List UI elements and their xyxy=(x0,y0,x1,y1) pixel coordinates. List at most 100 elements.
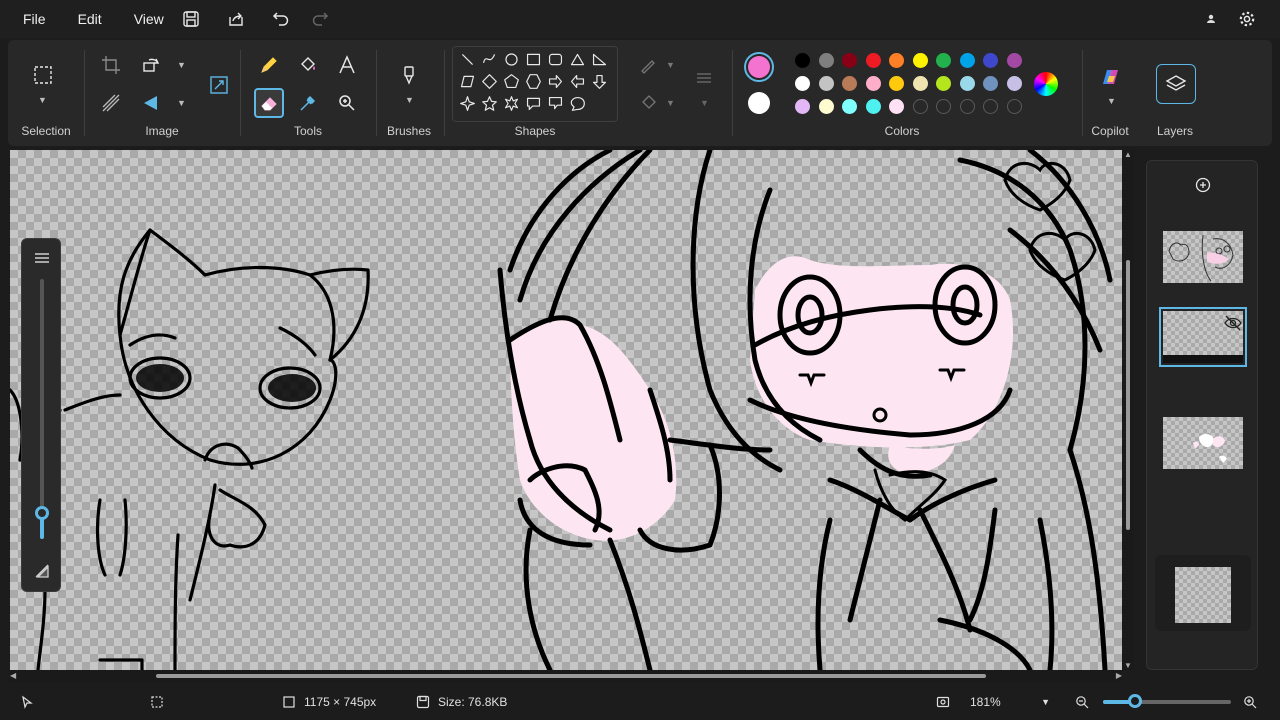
flip-chevron-down-icon[interactable]: ▼ xyxy=(177,98,186,108)
background-removal-icon[interactable] xyxy=(96,88,126,118)
brush-icon[interactable] xyxy=(394,60,424,90)
color-swatch[interactable] xyxy=(889,99,904,114)
brush-size-slider-thumb[interactable] xyxy=(35,506,49,520)
color-swatch[interactable] xyxy=(818,99,834,114)
vertical-scrollbar[interactable]: ▲ ▼ xyxy=(1122,150,1134,670)
copilot-icon[interactable] xyxy=(1096,62,1126,92)
text-icon[interactable] xyxy=(332,50,362,80)
rotate-icon[interactable] xyxy=(136,50,166,80)
color-swatch[interactable] xyxy=(983,53,998,68)
layer-thumbnail-selected[interactable] xyxy=(1159,307,1247,367)
layers-toggle-button[interactable] xyxy=(1156,64,1196,104)
eraser-icon[interactable] xyxy=(254,88,284,118)
resize-icon[interactable] xyxy=(204,70,234,100)
color-swatch[interactable] xyxy=(842,53,857,68)
color-swatch[interactable] xyxy=(889,76,904,91)
empty-color-slot[interactable] xyxy=(936,99,951,114)
scroll-up-icon[interactable]: ▲ xyxy=(1124,150,1132,159)
color-swatch[interactable] xyxy=(865,99,881,114)
color-swatch[interactable] xyxy=(842,76,857,91)
color-swatch[interactable] xyxy=(795,53,810,68)
selection-label: Selection xyxy=(21,124,71,138)
selection-rectangle-icon[interactable] xyxy=(28,60,58,90)
scroll-down-icon[interactable]: ▼ xyxy=(1124,661,1132,670)
stroke-size-chevron-down-icon[interactable]: ▼ xyxy=(700,98,709,108)
ribbon-toolbar: ▼ Selection ▼ ▼ Image Tools ▼ Brushes ▼ … xyxy=(8,40,1272,146)
menu-view[interactable]: View xyxy=(118,0,180,38)
color-swatch[interactable] xyxy=(959,76,975,91)
vertical-scrollbar-thumb[interactable] xyxy=(1126,260,1130,530)
share-icon[interactable] xyxy=(225,8,247,30)
scroll-left-icon[interactable]: ◀ xyxy=(10,671,16,680)
pencil-icon[interactable] xyxy=(254,50,284,80)
redo-icon[interactable] xyxy=(309,8,331,30)
account-icon[interactable] xyxy=(1200,8,1222,30)
color-swatch[interactable] xyxy=(912,76,928,91)
primary-color-swatch[interactable] xyxy=(744,52,774,82)
color-swatch[interactable] xyxy=(842,99,857,114)
fill-bucket-icon[interactable] xyxy=(293,50,323,80)
save-icon[interactable] xyxy=(180,8,202,30)
layers-panel xyxy=(1146,160,1258,670)
menu-file[interactable]: File xyxy=(0,0,62,38)
outline-chevron-down-icon[interactable]: ▼ xyxy=(666,60,675,70)
zoom-out-icon[interactable] xyxy=(1075,684,1089,720)
selection-chevron-down-icon[interactable]: ▼ xyxy=(38,95,47,105)
settings-gear-icon[interactable] xyxy=(1236,8,1258,30)
crop-icon[interactable] xyxy=(96,50,126,80)
hidden-layer-eye-icon[interactable] xyxy=(1223,313,1243,333)
secondary-color-swatch[interactable] xyxy=(748,92,770,114)
empty-color-slot[interactable] xyxy=(983,99,998,114)
color-picker-icon[interactable] xyxy=(293,88,323,118)
color-swatch[interactable] xyxy=(1006,53,1022,68)
brushes-chevron-down-icon[interactable]: ▼ xyxy=(405,95,414,105)
fill-chevron-down-icon[interactable]: ▼ xyxy=(666,98,675,108)
add-layer-icon[interactable] xyxy=(1195,177,1211,193)
zoom-dropdown[interactable]: 181% ▼ xyxy=(970,684,1050,720)
fill-style-icon[interactable] xyxy=(634,88,664,118)
layer-thumbnail[interactable] xyxy=(1163,417,1243,469)
color-swatch[interactable] xyxy=(889,53,904,68)
empty-color-slot[interactable] xyxy=(1006,99,1022,114)
shapes-gallery-icons[interactable] xyxy=(453,47,619,123)
zoom-in-icon[interactable] xyxy=(1243,684,1257,720)
scroll-right-icon[interactable]: ▶ xyxy=(1116,671,1122,680)
color-swatch[interactable] xyxy=(983,76,998,91)
horizontal-scrollbar[interactable]: ◀ ▶ xyxy=(10,670,1122,682)
color-swatch[interactable] xyxy=(912,53,928,68)
brush-size-slider-track[interactable] xyxy=(40,279,44,539)
brush-size-slider-panel xyxy=(21,238,61,592)
brushes-label: Brushes xyxy=(386,124,432,138)
color-swatch[interactable] xyxy=(1006,76,1022,91)
zoom-slider[interactable] xyxy=(1103,694,1231,708)
menu-edit[interactable]: Edit xyxy=(62,0,118,38)
undo-icon[interactable] xyxy=(270,8,292,30)
layer-thumbnail[interactable] xyxy=(1163,231,1243,283)
fit-to-window-icon[interactable] xyxy=(936,684,950,720)
outline-style-icon[interactable] xyxy=(634,50,664,80)
color-swatch[interactable] xyxy=(795,99,810,114)
drawing-canvas[interactable] xyxy=(10,150,1122,670)
color-swatch[interactable] xyxy=(795,76,810,91)
zoom-slider-thumb[interactable] xyxy=(1128,694,1142,708)
color-swatch[interactable] xyxy=(865,53,881,68)
brush-opacity-icon[interactable] xyxy=(32,561,52,581)
empty-color-slot[interactable] xyxy=(959,99,975,114)
layer-thumbnail-background[interactable] xyxy=(1175,567,1231,623)
color-swatch[interactable] xyxy=(936,53,951,68)
color-swatch[interactable] xyxy=(818,76,834,91)
horizontal-scrollbar-thumb[interactable] xyxy=(156,674,986,678)
color-swatch[interactable] xyxy=(959,53,975,68)
magnifier-icon[interactable] xyxy=(332,88,362,118)
copilot-chevron-down-icon[interactable]: ▼ xyxy=(1107,96,1116,106)
color-swatch[interactable] xyxy=(818,53,834,68)
edit-colors-wheel-icon[interactable] xyxy=(1034,72,1058,96)
color-swatch[interactable] xyxy=(936,76,951,91)
empty-color-slot[interactable] xyxy=(912,99,928,114)
rotate-chevron-down-icon[interactable]: ▼ xyxy=(177,60,186,70)
color-swatch[interactable] xyxy=(865,76,881,91)
pointer-icon[interactable] xyxy=(20,684,34,720)
flip-icon[interactable] xyxy=(136,88,166,118)
image-label: Image xyxy=(145,124,179,138)
stroke-size-icon[interactable] xyxy=(689,64,719,94)
